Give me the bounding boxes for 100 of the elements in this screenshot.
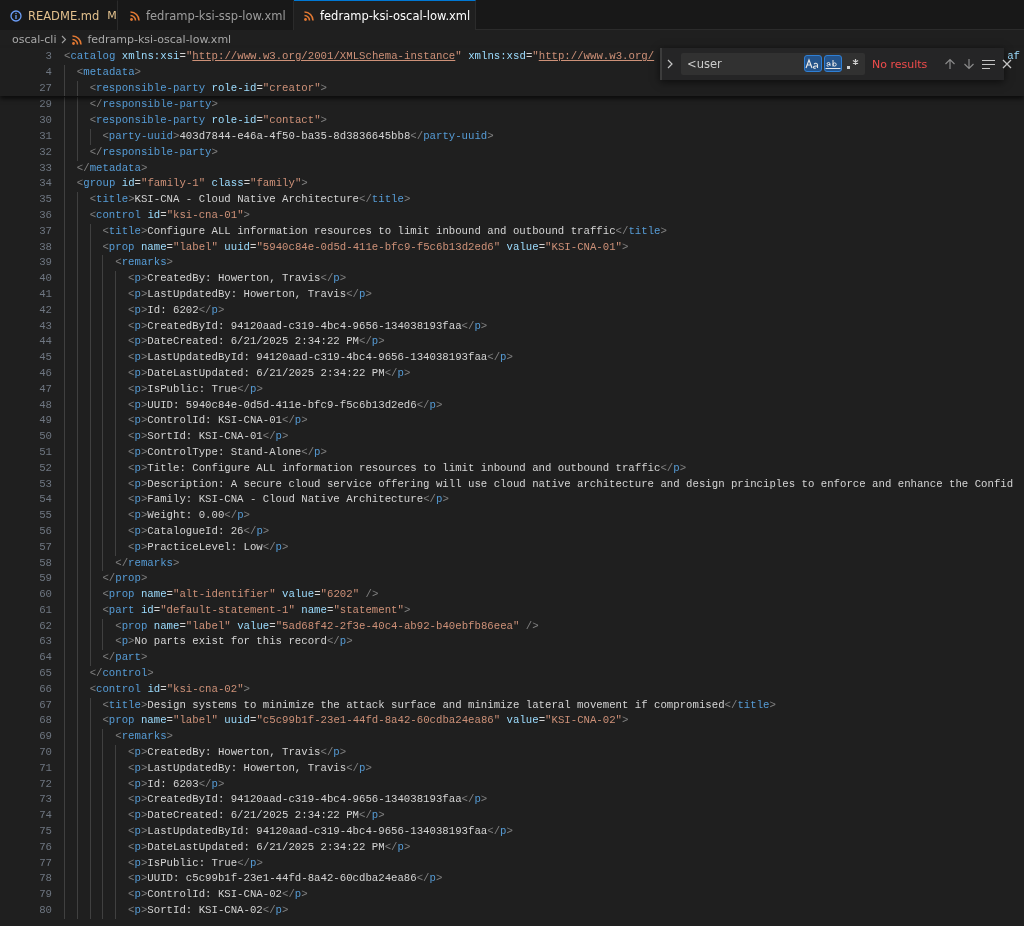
line-number: 3 <box>44 49 52 64</box>
arrow-down-icon[interactable] <box>963 58 976 70</box>
code-line: <responsible-party role-id="creator"> <box>64 80 327 97</box>
line-number: 40 <box>38 271 52 287</box>
code-line: <group id="family-1" class="family"> <box>64 176 308 193</box>
line-number: 49 <box>38 413 52 429</box>
line-number: 75 <box>38 824 52 840</box>
line-number: 43 <box>38 318 52 334</box>
close-icon[interactable] <box>1002 59 1013 69</box>
line-number: 47 <box>38 381 52 397</box>
code-line: <metadata> <box>64 64 141 81</box>
line-number: 60 <box>38 587 52 603</box>
code-line: </part> <box>64 650 148 667</box>
line-number: 78 <box>38 871 52 887</box>
code-line: <responsible-party role-id="contact"> <box>64 113 327 129</box>
arrow-up-icon[interactable] <box>944 58 957 70</box>
line-number: 4 <box>44 64 52 80</box>
line-number: 34 <box>38 176 52 192</box>
line-number: 56 <box>38 523 52 539</box>
code-line: <p>IsPublic: True</p> <box>64 855 263 872</box>
code-line: <prop name="alt-identifier" value="6202" /> <box>64 587 379 603</box>
whole-word-toggle[interactable] <box>824 55 842 72</box>
code-line: <remarks> <box>64 255 173 272</box>
line-number: 36 <box>38 207 52 223</box>
code-line: <prop name="label" uuid="5940c84e-0d5d-411e-bfc9-f5c6b13d2ed6" value="KSI-CNA-01"> <box>64 239 629 256</box>
code-line: <p>CreatedBy: Howerton, Travis</p> <box>64 271 347 287</box>
breadcrumb-item[interactable]: fedramp-ksi-oscal-low.xml <box>87 33 232 46</box>
line-number: 59 <box>38 571 52 587</box>
line-number: 48 <box>38 397 52 413</box>
line-number: 57 <box>38 539 52 555</box>
code-line: <p>IsPublic: True</p> <box>64 381 263 398</box>
line-number: 32 <box>38 144 52 160</box>
code-line: <p>No parts exist for this record</p> <box>64 634 353 651</box>
match-case-toggle[interactable] <box>804 55 822 72</box>
code-line: <prop name="label" uuid="c5c99b1f-23e1-44fd-8a42-60cdba24ea86" value="KSI-CNA-02"> <box>64 713 629 730</box>
code-line: <p>Id: 6203</p> <box>64 776 225 793</box>
code-line: <p>CatalogueId: 26</p> <box>64 523 270 540</box>
code-line: <p>SortId: KSI-CNA-01</p> <box>64 429 289 445</box>
code-line: </metadata> <box>64 160 148 177</box>
line-number: 38 <box>38 239 52 255</box>
line-number: 69 <box>38 729 52 745</box>
code-line: <p>DateCreated: 6/21/2025 2:34:22 PM</p> <box>64 334 385 351</box>
line-number: 46 <box>38 365 52 381</box>
line-number: 55 <box>38 508 52 524</box>
code-line: <p>UUID: c5c99b1f-23e1-44fd-8a42-60cdba24ea86</p> <box>64 871 443 888</box>
code-line: </responsible-party> <box>64 97 218 114</box>
code-line: <p>Id: 6202</p> <box>64 302 225 319</box>
selection-icon[interactable] <box>982 58 996 70</box>
code-line: <control id="ksi-cna-02"> <box>64 681 250 698</box>
code-line: <prop name="label" value="5ad68f42-2f3e-40c4-ab92-b40ebfb86eea" /> <box>64 618 539 635</box>
code-line: <p>Weight: 0.00</p> <box>64 508 250 524</box>
rss-icon <box>72 34 83 45</box>
line-number: 63 <box>38 634 52 650</box>
code-line: </prop> <box>64 571 148 588</box>
line-number: 44 <box>38 334 52 350</box>
code-line: <p>ControlId: KSI-CNA-02</p> <box>64 887 308 904</box>
code-line: <p>DateLastUpdated: 6/21/2025 2:34:22 PM</p> <box>64 365 411 382</box>
code-line: <title>Configure ALL information resources to limit inbound and outbound traffic</title> <box>64 223 667 240</box>
line-number: 41 <box>38 286 52 302</box>
info-icon <box>10 9 22 22</box>
line-number: 70 <box>38 745 52 761</box>
line-number: 30 <box>38 113 52 129</box>
line-number: 53 <box>38 476 52 492</box>
code-line: <title>Design systems to minimize the attack surface and minimize lateral movement if compromised</title> <box>64 697 776 714</box>
breadcrumb-item[interactable]: oscal-cli <box>12 33 57 46</box>
line-number: 71 <box>38 760 52 776</box>
code-line: <p>LastUpdatedById: 94120aad-c319-4bc4-9656-134038193faa</p> <box>64 350 513 366</box>
code-line: <p>LastUpdatedBy: Howerton, Travis</p> <box>64 760 372 777</box>
line-number: 42 <box>38 302 52 318</box>
code-line: <p>CreatedById: 94120aad-c319-4bc4-9656-134038193faa</p> <box>64 318 488 335</box>
line-number: 73 <box>38 792 52 808</box>
code-line: <part id="default-statement-1" name="statement"> <box>64 602 411 619</box>
code-line: <p>ControlId: KSI-CNA-01</p> <box>64 413 308 430</box>
code-line: <p>SortId: KSI-CNA-02</p> <box>64 903 289 919</box>
line-number: 39 <box>38 255 52 271</box>
code-line: <p>UUID: 5940c84e-0d5d-411e-bfc9-f5c6b13d2ed6</p> <box>64 397 443 414</box>
line-number: 33 <box>38 160 52 176</box>
chevron-icon[interactable] <box>666 58 674 70</box>
code-line: <party-uuid>403d7844-e46a-4f50-ba35-8d3836645bb8</party-uuid> <box>64 129 494 145</box>
line-number: 68 <box>38 713 52 729</box>
line-number: 77 <box>38 855 52 871</box>
code-line: <p>PracticeLevel: Low</p> <box>64 539 289 556</box>
line-number: 29 <box>38 97 52 113</box>
editor-tab[interactable]: fedramp-ksi-oscal-low.xml <box>294 0 476 30</box>
line-number: 62 <box>38 618 52 634</box>
line-number: 66 <box>38 681 52 697</box>
line-number: 67 <box>38 697 52 713</box>
code-line: <p>Description: A secure cloud service offering will use cloud native architecture and design principles to enforce and enhance the Confid <box>64 476 1014 493</box>
line-number: 50 <box>38 429 52 445</box>
code-line: <p>DateCreated: 6/21/2025 2:34:22 PM</p> <box>64 808 385 825</box>
line-number: 45 <box>38 350 52 366</box>
line-number: 79 <box>38 887 52 903</box>
rss-icon <box>304 10 314 21</box>
code-line: af <box>1007 49 1020 64</box>
chevron-icon <box>61 35 68 44</box>
code-line: <p>DateLastUpdated: 6/21/2025 2:34:22 PM</p> <box>64 839 411 856</box>
code-line: <p>LastUpdatedById: 94120aad-c319-4bc4-9656-134038193faa</p> <box>64 824 513 840</box>
line-number: 27 <box>38 80 52 96</box>
line-number: 64 <box>38 650 52 666</box>
code-line: <title>KSI-CNA - Cloud Native Architecture</title> <box>64 192 411 208</box>
